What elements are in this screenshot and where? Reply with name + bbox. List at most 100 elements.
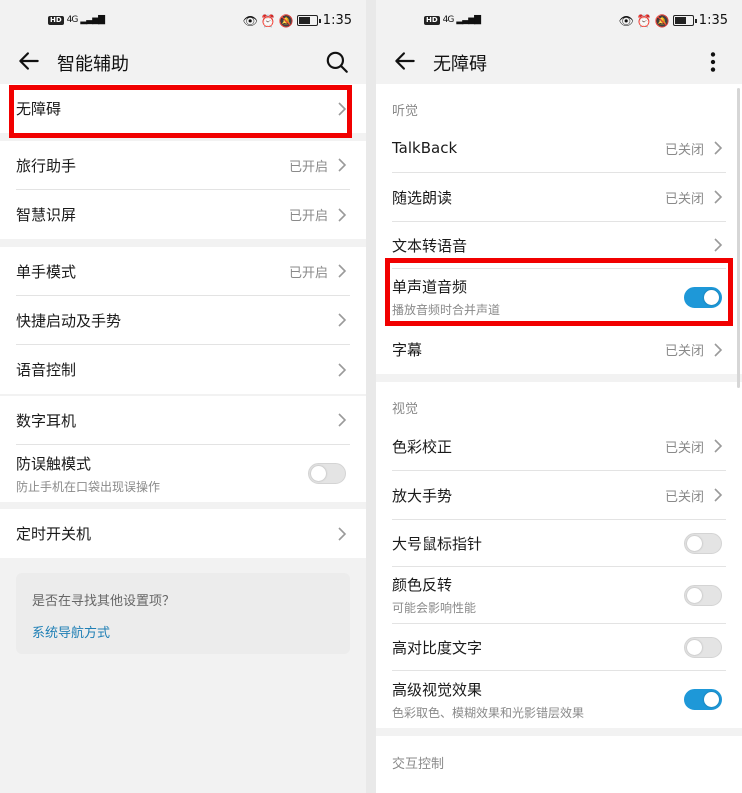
row-subtitle: 可能会影响性能 bbox=[392, 601, 477, 615]
hd-badge: HD bbox=[424, 15, 440, 25]
row-smart-screen[interactable]: 智慧识屏 已开启 bbox=[16, 190, 350, 239]
row-travel-assistant[interactable]: 旅行助手 已开启 bbox=[16, 141, 350, 190]
row-label: 单手模式 bbox=[16, 262, 77, 281]
row-voice-control[interactable]: 语音控制 bbox=[16, 345, 350, 394]
chevron-right-icon bbox=[714, 488, 723, 502]
arrow-left-icon[interactable] bbox=[16, 48, 42, 74]
row-talkback[interactable]: TalkBack 已关闭 bbox=[392, 124, 726, 173]
row-text-to-speech[interactable]: 文本转语音 bbox=[392, 222, 726, 269]
row-label: 随选朗读 bbox=[392, 188, 453, 207]
row-label: 色彩校正 bbox=[392, 437, 453, 456]
chevron-right-icon bbox=[714, 141, 723, 155]
alarm-icon: ⏰ bbox=[636, 13, 652, 28]
row-label: 无障碍 bbox=[16, 100, 62, 118]
settings-group: 定时开关机 bbox=[0, 509, 366, 558]
eye-icon: 👁 bbox=[618, 13, 635, 28]
row-mono-audio: 单声道音频 播放音频时合并声道 bbox=[392, 269, 726, 326]
scrollbar[interactable] bbox=[737, 88, 740, 388]
status-text: 已开启 bbox=[288, 159, 328, 175]
row-select-to-speak[interactable]: 随选朗读 已关闭 bbox=[392, 173, 726, 222]
row-advanced-visual-effects: 高级视觉效果 色彩取色、模糊效果和光影错层效果 bbox=[392, 671, 726, 728]
system-navigation-link[interactable]: 系统导航方式 bbox=[32, 622, 110, 641]
interaction-section: 交互控制 bbox=[376, 736, 742, 793]
bell-off-icon: 🔕 bbox=[654, 13, 670, 28]
section-header: 听觉 bbox=[392, 104, 419, 119]
row-subtitle: 播放音频时合并声道 bbox=[392, 303, 501, 317]
chevron-right-icon bbox=[338, 413, 347, 427]
status-text: 已关闭 bbox=[664, 344, 704, 359]
row-high-contrast-text: 高对比度文字 bbox=[392, 624, 726, 671]
toolbar: 智能辅助 bbox=[0, 42, 366, 82]
clock: 1:35 bbox=[322, 13, 352, 28]
dual-screenshot: HD 4G ▂▃▅▇ 👁 ⏰ 🔕 1:35 智能辅助 无障碍 旅行助手 已开启 … bbox=[0, 0, 742, 793]
advanced-visual-toggle[interactable] bbox=[684, 689, 722, 710]
row-accessibility[interactable]: 无障碍 bbox=[16, 84, 350, 133]
row-label: 旅行助手 bbox=[16, 156, 77, 175]
row-shortcuts-gestures[interactable]: 快捷启动及手势 bbox=[16, 296, 350, 345]
suggestion-question: 是否在寻找其他设置项？ bbox=[32, 594, 176, 609]
large-pointer-toggle[interactable] bbox=[684, 532, 722, 554]
row-scheduled-power[interactable]: 定时开关机 bbox=[16, 509, 350, 558]
row-large-pointer: 大号鼠标指针 bbox=[392, 520, 726, 567]
chevron-right-icon bbox=[338, 158, 347, 172]
row-subtitle: 防止手机在口袋出现误操作 bbox=[16, 479, 161, 494]
bell-off-icon: 🔕 bbox=[278, 13, 294, 28]
page-title: 无障碍 bbox=[433, 54, 487, 75]
signal-bars-icon: ▂▃▅▇ bbox=[456, 15, 481, 25]
row-label: 高级视觉效果 bbox=[392, 680, 483, 699]
signal-icon: 4G bbox=[442, 15, 455, 25]
chevron-right-icon bbox=[338, 207, 347, 222]
battery-icon bbox=[296, 15, 321, 26]
color-inversion-toggle[interactable] bbox=[684, 584, 722, 606]
alarm-icon: ⏰ bbox=[260, 13, 276, 28]
clock: 1:35 bbox=[698, 13, 728, 28]
row-label: 防误触模式 bbox=[16, 454, 92, 473]
row-label: 大号鼠标指针 bbox=[392, 534, 483, 553]
settings-group: 数字耳机 防误触模式 防止手机在口袋出现误操作 bbox=[0, 396, 366, 502]
row-label: 放大手势 bbox=[392, 486, 453, 505]
row-color-correction[interactable]: 色彩校正 已关闭 bbox=[392, 422, 726, 471]
status-text: 已开启 bbox=[288, 265, 328, 281]
settings-group: 无障碍 bbox=[0, 84, 366, 133]
chevron-right-icon bbox=[714, 342, 723, 357]
status-text: 已关闭 bbox=[664, 440, 704, 456]
row-captions[interactable]: 字幕 已关闭 bbox=[392, 326, 726, 373]
chevron-right-icon bbox=[338, 313, 347, 327]
settings-group: 旅行助手 已开启 智慧识屏 已开启 bbox=[0, 141, 366, 239]
high-contrast-toggle[interactable] bbox=[684, 636, 722, 658]
more-vertical-icon[interactable] bbox=[700, 49, 726, 75]
row-label: 文本转语音 bbox=[392, 236, 468, 255]
row-magnification-gestures[interactable]: 放大手势 已关闭 bbox=[392, 471, 726, 520]
status-text: 已关闭 bbox=[664, 191, 704, 207]
row-label: 智慧识屏 bbox=[16, 206, 77, 224]
status-bar: HD 4G ▂▃▅▇ 👁 ⏰ 🔕 1:35 bbox=[376, 0, 742, 42]
status-text: 已关闭 bbox=[664, 489, 704, 505]
row-pocket-mode: 防误触模式 防止手机在口袋出现误操作 bbox=[16, 445, 350, 502]
settings-group: 单手模式 已开启 快捷启动及手势 语音控制 bbox=[0, 247, 366, 394]
chevron-right-icon bbox=[338, 362, 347, 377]
status-text: 已开启 bbox=[288, 209, 328, 224]
mono-audio-toggle[interactable] bbox=[684, 286, 722, 308]
chevron-right-icon bbox=[338, 264, 347, 278]
status-bar: HD 4G ▂▃▅▇ 👁 ⏰ 🔕 1:35 bbox=[0, 0, 366, 42]
row-label: 字幕 bbox=[392, 341, 423, 359]
settings-suggestion-card: 是否在寻找其他设置项？ 系统导航方式 bbox=[16, 573, 350, 654]
hearing-section: 听觉 TalkBack 已关闭 随选朗读 已关闭 文本转语音 单声道音频 播放音… bbox=[376, 84, 742, 374]
chevron-right-icon bbox=[714, 439, 723, 453]
row-digital-earphone[interactable]: 数字耳机 bbox=[16, 396, 350, 445]
row-label: 定时开关机 bbox=[16, 525, 92, 543]
row-label: 高对比度文字 bbox=[392, 638, 483, 657]
signal-bars-icon: ▂▃▅▇ bbox=[80, 15, 105, 25]
pocket-mode-toggle[interactable] bbox=[308, 463, 346, 484]
chevron-right-icon bbox=[338, 101, 347, 116]
search-icon[interactable] bbox=[324, 49, 350, 75]
arrow-left-icon[interactable] bbox=[392, 48, 418, 74]
row-label: 数字耳机 bbox=[16, 411, 77, 430]
accessibility-screen: HD 4G ▂▃▅▇ 👁 ⏰ 🔕 1:35 无障碍 听觉 TalkBack 已关… bbox=[376, 0, 742, 793]
eye-icon: 👁 bbox=[242, 13, 259, 28]
row-subtitle: 色彩取色、模糊效果和光影错层效果 bbox=[392, 705, 585, 720]
row-one-hand-mode[interactable]: 单手模式 已开启 bbox=[16, 247, 350, 296]
row-color-inversion: 颜色反转 可能会影响性能 bbox=[392, 567, 726, 624]
page-title: 智能辅助 bbox=[57, 54, 129, 75]
row-label: 单声道音频 bbox=[392, 278, 468, 296]
